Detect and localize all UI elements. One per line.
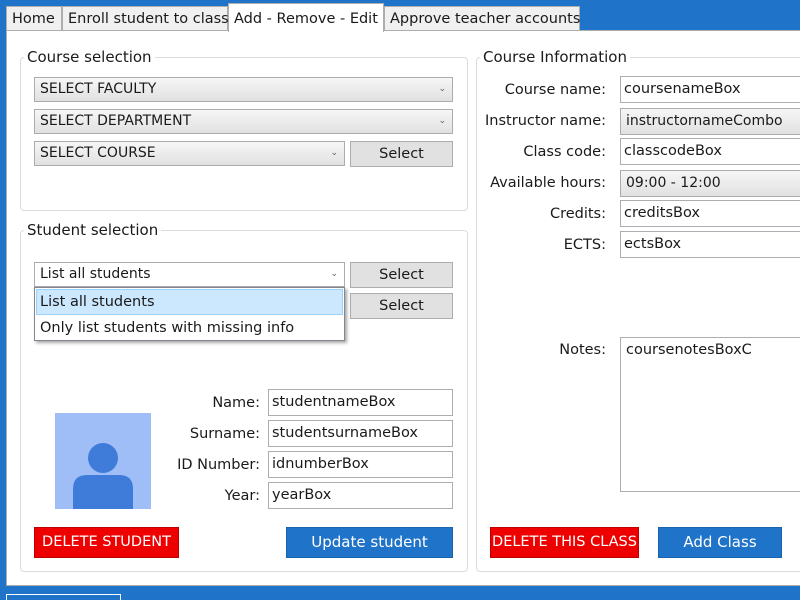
student-select-button-2[interactable]: Select: [350, 293, 453, 319]
delete-student-button[interactable]: DELETE STUDENT: [34, 527, 179, 558]
delete-class-button[interactable]: DELETE THIS CLASS: [490, 527, 639, 558]
student-surname-field[interactable]: studentsurnameBox: [268, 420, 453, 447]
student-filter-dropdown: List all students Only list students wit…: [34, 287, 345, 341]
course-notes-field[interactable]: coursenotesBoxC: [620, 337, 800, 492]
dropdown-option-all-students[interactable]: List all students: [36, 289, 343, 315]
department-combo[interactable]: SELECT DEPARTMENT ⌄: [34, 109, 453, 134]
ects-field[interactable]: ectsBox: [620, 231, 800, 258]
instructor-name-label: Instructor name:: [485, 113, 606, 129]
available-hours-value: 09:00 - 12:00: [626, 175, 721, 191]
course-name-field[interactable]: coursenameBox: [620, 76, 800, 103]
student-id-label: ID Number:: [177, 457, 260, 473]
tab-approve-teachers[interactable]: Approve teacher accounts: [384, 6, 580, 31]
class-code-label: Class code:: [523, 144, 606, 160]
course-selection-title: Course selection: [24, 48, 155, 66]
student-year-field[interactable]: yearBox: [268, 482, 453, 509]
student-filter-value: List all students: [40, 266, 151, 282]
course-combo-value: SELECT COURSE: [40, 145, 156, 161]
faculty-combo-value: SELECT FACULTY: [40, 81, 157, 97]
chevron-down-icon: ⌄: [330, 148, 338, 158]
chevron-down-icon: ⌄: [438, 116, 446, 126]
tab-add-remove-edit[interactable]: Add - Remove - Edit: [228, 3, 384, 32]
credits-label: Credits:: [549, 206, 606, 222]
student-select-button[interactable]: Select: [350, 262, 453, 288]
notes-label: Notes:: [559, 342, 606, 358]
tab-home[interactable]: Home: [6, 6, 62, 31]
course-select-button[interactable]: Select: [350, 141, 453, 167]
course-combo[interactable]: SELECT COURSE ⌄: [34, 141, 345, 166]
student-year-label: Year:: [224, 488, 260, 504]
student-id-field[interactable]: idnumberBox: [268, 451, 453, 478]
student-surname-label: Surname:: [189, 426, 260, 442]
department-combo-value: SELECT DEPARTMENT: [40, 113, 192, 129]
chevron-down-icon: ⌄: [330, 269, 338, 279]
student-selection-title: Student selection: [24, 221, 162, 239]
faculty-combo[interactable]: SELECT FACULTY ⌄: [34, 77, 453, 102]
add-class-button[interactable]: Add Class: [658, 527, 782, 558]
student-name-label: Name:: [212, 395, 260, 411]
chevron-down-icon: ⌄: [438, 84, 446, 94]
available-hours-combo[interactable]: 09:00 - 12:00: [620, 170, 800, 197]
instructor-name-value: instructornameCombo: [626, 113, 783, 129]
available-hours-label: Available hours:: [490, 175, 606, 191]
ects-label: ECTS:: [563, 237, 606, 253]
bottom-tab: [6, 594, 121, 600]
update-student-button[interactable]: Update student: [286, 527, 453, 558]
credits-field[interactable]: creditsBox: [620, 200, 800, 227]
course-information-title: Course Information: [480, 48, 630, 66]
bottom-strip: [6, 586, 800, 600]
class-code-field[interactable]: classcodeBox: [620, 138, 800, 165]
dropdown-option-missing-info[interactable]: Only list students with missing info: [36, 315, 343, 341]
course-name-label: Course name:: [504, 82, 606, 98]
instructor-name-combo[interactable]: instructornameCombo: [620, 108, 800, 135]
tab-enroll-student[interactable]: Enroll student to class: [62, 6, 229, 31]
student-name-field[interactable]: studentnameBox: [268, 389, 453, 416]
user-avatar-icon: [55, 413, 151, 509]
student-filter-combo[interactable]: List all students ⌄: [34, 262, 345, 287]
